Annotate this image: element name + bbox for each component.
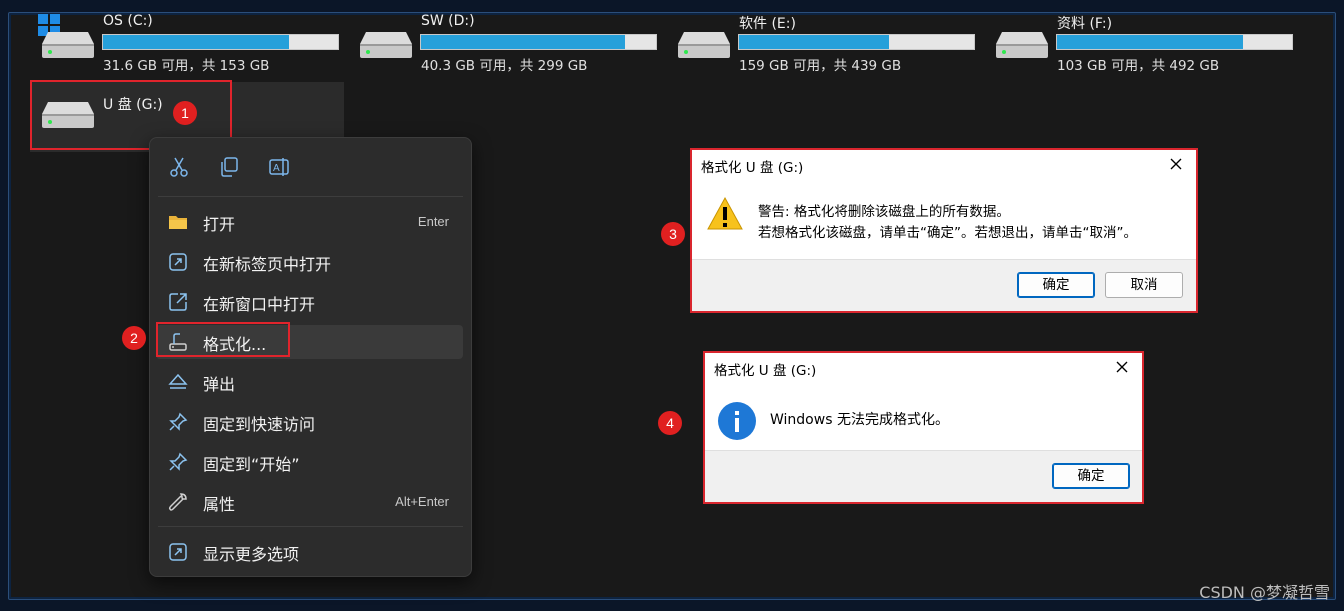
drive-tile[interactable]: OS (C:) 31.6 GB 可用，共 153 GB <box>40 8 340 76</box>
format-warning-dialog: 格式化 U 盘 (G:) 警告: 格式化将删除该磁盘上的所有数据。 若想格式化该… <box>690 148 1198 313</box>
menu-item-label: 在新窗口中打开 <box>203 295 316 314</box>
drive-icon <box>42 32 94 58</box>
menu-separator <box>158 526 463 527</box>
drive-name: 软件 (E:) <box>739 16 796 32</box>
menu-item-label: 属性 <box>203 495 236 514</box>
menu-item-label: 显示更多选项 <box>203 545 300 564</box>
step-badge-2: 2 <box>122 326 146 350</box>
menu-item[interactable]: 固定到“开始” <box>156 445 463 479</box>
menu-item-label: 固定到“开始” <box>203 455 300 474</box>
dialog-titlebar: 格式化 U 盘 (G:) <box>692 150 1196 180</box>
result-message: Windows 无法完成格式化。 <box>770 412 949 428</box>
pin-icon <box>169 412 188 431</box>
open-new-window-icon <box>169 293 187 311</box>
step-badge-3: 3 <box>661 222 685 246</box>
drive-icon <box>678 32 730 58</box>
eject-icon <box>168 373 188 389</box>
dialog-footer: 确定 取消 <box>692 259 1196 311</box>
dialog-footer: 确定 <box>705 450 1142 502</box>
dialog-body: 警告: 格式化将删除该磁盘上的所有数据。 若想格式化该磁盘，请单击“确定”。若想… <box>692 180 1196 260</box>
step2-highlight-box <box>156 322 290 357</box>
warning-line-1: 警告: 格式化将删除该磁盘上的所有数据。 <box>758 204 1010 220</box>
drive-name: OS (C:) <box>103 13 153 29</box>
menu-item[interactable]: 弹出 <box>156 365 463 399</box>
pin-start-icon <box>169 452 188 471</box>
cancel-button[interactable]: 取消 <box>1105 272 1183 298</box>
wrench-icon <box>168 493 187 511</box>
context-menu: A 打开 Enter 在新标签页中打开 在新窗口中打开 格式化... 弹出 固定… <box>149 137 472 577</box>
drive-tile[interactable]: 资料 (F:) 103 GB 可用，共 492 GB <box>994 8 1294 76</box>
menu-item[interactable]: 在新窗口中打开 <box>156 285 463 319</box>
menu-item-label: 固定到快速访问 <box>203 415 316 434</box>
open-new-tab-icon <box>169 253 187 271</box>
step-badge-4: 4 <box>658 411 682 435</box>
menu-item[interactable]: 显示更多选项 <box>156 535 463 569</box>
drive-usage-text: 31.6 GB 可用，共 153 GB <box>103 58 270 74</box>
warning-icon <box>707 196 743 230</box>
drive-usage-bar <box>102 34 339 50</box>
menu-item[interactable]: 固定到快速访问 <box>156 405 463 439</box>
info-icon <box>718 402 756 440</box>
drive-usage-bar <box>738 34 975 50</box>
drive-icon <box>996 32 1048 58</box>
watermark: CSDN @梦凝哲雪 <box>1199 583 1330 602</box>
folder-icon <box>169 216 187 229</box>
step-badge-1: 1 <box>173 101 197 125</box>
copy-icon[interactable] <box>218 156 240 178</box>
menu-item-shortcut: Enter <box>417 214 449 229</box>
drive-name: 资料 (F:) <box>1057 16 1113 32</box>
menu-item[interactable]: 打开 Enter <box>156 205 463 239</box>
warning-line-2: 若想格式化该磁盘，请单击“确定”。若想退出，请单击“取消”。 <box>758 225 1137 241</box>
close-icon[interactable] <box>1112 357 1132 377</box>
rename-icon[interactable]: A <box>268 156 290 178</box>
cut-icon[interactable] <box>168 156 190 178</box>
dialog-title: 格式化 U 盘 (G:) <box>714 363 817 379</box>
drive-tile[interactable]: 软件 (E:) 159 GB 可用，共 439 GB <box>676 8 976 76</box>
ok-button[interactable]: 确定 <box>1052 463 1130 489</box>
menu-item-shortcut: Alt+Enter <box>395 494 449 509</box>
format-failed-dialog: 格式化 U 盘 (G:) Windows 无法完成格式化。 确定 <box>703 351 1144 504</box>
drive-usage-text: 40.3 GB 可用，共 299 GB <box>421 58 588 74</box>
drive-usage-fill <box>739 35 890 49</box>
dialog-body: Windows 无法完成格式化。 <box>705 383 1142 453</box>
menu-item-label: 打开 <box>203 215 236 234</box>
menu-item[interactable]: 属性 Alt+Enter <box>156 485 463 519</box>
svg-text:A: A <box>273 163 280 174</box>
more-options-icon <box>169 543 187 561</box>
drive-icon <box>360 32 412 58</box>
menu-item-label: 弹出 <box>203 375 236 394</box>
menu-separator <box>158 196 463 197</box>
ok-button[interactable]: 确定 <box>1017 272 1095 298</box>
drive-usage-fill <box>103 35 289 49</box>
dialog-titlebar: 格式化 U 盘 (G:) <box>705 353 1142 383</box>
drive-usage-fill <box>1057 35 1243 49</box>
drive-usage-bar <box>1056 34 1293 50</box>
menu-item[interactable]: 在新标签页中打开 <box>156 245 463 279</box>
dialog-title: 格式化 U 盘 (G:) <box>701 160 804 176</box>
drive-tile[interactable]: SW (D:) 40.3 GB 可用，共 299 GB <box>358 8 658 76</box>
drive-usage-text: 159 GB 可用，共 439 GB <box>739 58 902 74</box>
menu-item-label: 在新标签页中打开 <box>203 255 332 274</box>
close-icon[interactable] <box>1166 154 1186 174</box>
drive-usage-bar <box>420 34 657 50</box>
drive-usage-fill <box>421 35 626 49</box>
drive-usage-text: 103 GB 可用，共 492 GB <box>1057 58 1220 74</box>
drive-name: SW (D:) <box>421 13 475 29</box>
